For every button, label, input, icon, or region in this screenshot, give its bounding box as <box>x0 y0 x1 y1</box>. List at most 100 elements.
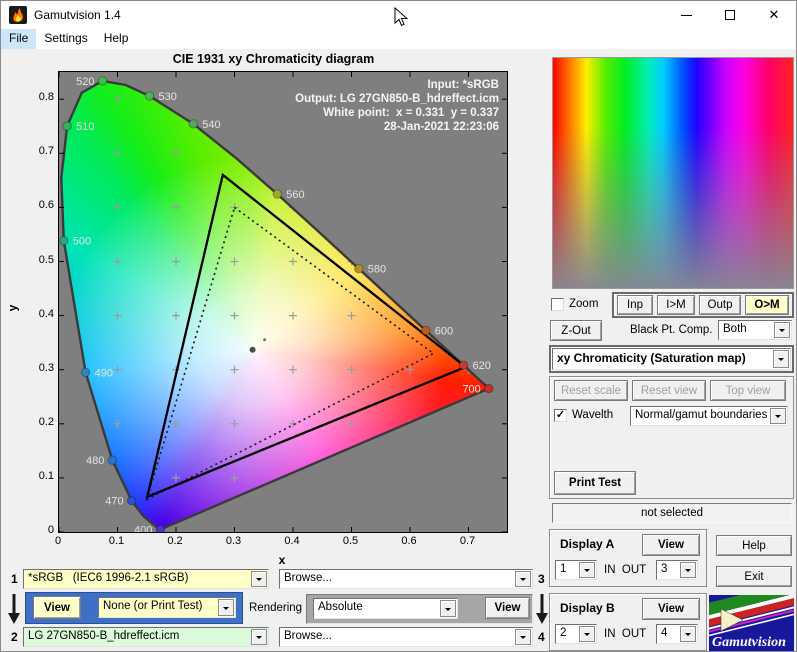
black-pt-comp-value: Both <box>723 323 747 335</box>
client-area: CIE 1931 xy Chromaticity diagram 400 470 4… <box>1 49 796 651</box>
wavelength-label-510: 510 <box>76 121 94 133</box>
dropdown-arrow-icon[interactable] <box>218 599 234 616</box>
slot3-number: 3 <box>538 572 545 586</box>
wavelength-dot-530 <box>144 91 155 101</box>
dropdown-arrow-icon[interactable] <box>251 629 267 645</box>
print-view-button[interactable]: View <box>33 596 81 619</box>
browse-3-value: Browse... <box>284 572 332 584</box>
wavelth-checkbox-label: Wavelth <box>572 409 614 421</box>
wavelength-label-480: 480 <box>86 455 104 467</box>
dropdown-arrow-icon[interactable] <box>579 626 595 642</box>
dropdown-arrow-icon[interactable] <box>774 322 790 338</box>
rendering-intent-select[interactable]: Absolute <box>313 598 458 619</box>
y-tick-0.6: 0.6 <box>38 199 54 212</box>
dropdown-arrow-icon[interactable] <box>251 571 267 587</box>
close-button[interactable]: ✕ <box>752 1 796 29</box>
menu-help[interactable]: Help <box>96 29 137 49</box>
top-view-button[interactable]: Top view <box>710 380 786 401</box>
input-gamut-triangle <box>145 206 435 502</box>
app-window: Gamutvision 1.4 ✕ File Settings Help CIE… <box>0 0 797 652</box>
y-tick-0.3: 0.3 <box>38 361 54 374</box>
display-b-out-value: 4 <box>661 627 668 639</box>
plot-info-line-2: White point: x = 0.331 y = 0.337 <box>323 107 499 119</box>
output-profile-select[interactable]: LG 27GN850-B_hdreffect.icm <box>23 627 269 647</box>
down-arrow-left-icon <box>8 594 20 624</box>
plot-info-line-3: 28-Jan-2021 22:23:06 <box>384 121 499 133</box>
boundaries-select[interactable]: Normal/gamut boundaries <box>630 406 788 426</box>
dropdown-arrow-icon[interactable] <box>579 562 595 578</box>
wavelength-dot-600 <box>421 325 431 336</box>
wavelength-label-530: 530 <box>159 91 177 103</box>
grid-plus-marks <box>113 95 473 482</box>
wavelength-label-470: 470 <box>105 496 123 508</box>
dropdown-arrow-icon[interactable] <box>515 571 531 587</box>
hue-saturation-preview <box>552 57 794 289</box>
wavelength-label-490: 490 <box>95 367 113 379</box>
plot-info-line-0: Input: *sRGB <box>427 79 499 91</box>
bottom-panel: 1 *sRGB (IEC6 1996-2.1 sRGB) Browse... 3… <box>1 565 548 651</box>
dropdown-arrow-icon[interactable] <box>773 350 789 368</box>
browse-4-value: Browse... <box>284 630 332 642</box>
x-tick-0.1: 0.1 <box>108 535 125 547</box>
wavelth-checkbox[interactable]: ✓ <box>554 409 567 422</box>
boundaries-value: Normal/gamut boundaries <box>635 409 768 421</box>
wavelength-dot-540 <box>188 119 199 129</box>
y-tick-0.1: 0.1 <box>38 469 54 482</box>
i-to-m-button[interactable]: I>M <box>657 295 695 315</box>
wavelength-dot-400 <box>155 524 166 532</box>
display-b-view-button[interactable]: View <box>642 598 700 620</box>
display-a-out-select[interactable]: 3 <box>656 560 698 580</box>
slot1-number: 1 <box>11 572 18 586</box>
down-arrow-right-icon <box>536 594 548 624</box>
outp-button[interactable]: Outp <box>699 295 741 315</box>
browse-4-select[interactable]: Browse... <box>279 627 533 647</box>
display-b-in-select[interactable]: 2 <box>555 624 597 644</box>
rendering-view-button[interactable]: View <box>485 597 530 619</box>
spectral-locus-outline <box>60 79 491 531</box>
maximize-icon <box>725 10 735 20</box>
input-profile-select[interactable]: *sRGB (IEC6 1996-2.1 sRGB) <box>23 569 269 589</box>
browse-3-select[interactable]: Browse... <box>279 569 533 589</box>
wavelength-dot-470 <box>126 496 137 506</box>
output-gamut-triangle <box>145 172 468 499</box>
menu-settings[interactable]: Settings <box>36 29 95 49</box>
wavelength-label-620: 620 <box>473 360 491 372</box>
dropdown-arrow-icon[interactable] <box>440 600 456 617</box>
z-out-button[interactable]: Z-Out <box>550 320 602 341</box>
wavelength-label-520: 520 <box>76 76 94 88</box>
dropdown-arrow-icon[interactable] <box>680 626 696 642</box>
print-test-button[interactable]: Print Test <box>554 471 636 495</box>
slot4-number: 4 <box>538 630 545 644</box>
display-b-in-value: 2 <box>560 627 567 639</box>
plot-box: 400 470 480 490 500 510 520 530 540 560 580 600 620 7… <box>58 71 508 533</box>
zoom-checkbox[interactable] <box>551 298 564 311</box>
wavelength-label-540: 540 <box>202 119 220 131</box>
display-b-out-select[interactable]: 4 <box>656 624 698 644</box>
dropdown-arrow-icon[interactable] <box>515 629 531 645</box>
black-pt-comp-select[interactable]: Both <box>718 320 792 340</box>
wavelength-dot-500 <box>59 236 69 246</box>
x-tick-0.7: 0.7 <box>459 535 476 547</box>
dropdown-arrow-icon[interactable] <box>770 408 786 424</box>
print-test-select[interactable]: None (or Print Test) <box>98 597 236 618</box>
o-to-m-button[interactable]: O>M <box>745 295 789 315</box>
dropdown-arrow-icon[interactable] <box>680 562 696 578</box>
view-mode-select[interactable]: xy Chromaticity (Saturation map) <box>552 348 791 370</box>
input-profile-value: *sRGB (IEC6 1996-2.1 sRGB) <box>28 572 189 584</box>
inp-button[interactable]: Inp <box>617 295 653 315</box>
help-button[interactable]: Help <box>716 535 792 556</box>
menu-file[interactable]: File <box>1 29 37 49</box>
window-title: Gamutvision 1.4 <box>34 8 121 22</box>
display-a-in-select[interactable]: 1 <box>555 560 597 580</box>
wavelength-dot-510 <box>62 121 72 131</box>
wavelength-dot-520 <box>97 76 108 86</box>
maximize-button[interactable] <box>708 1 752 29</box>
reset-view-button[interactable]: Reset view <box>632 380 706 401</box>
display-a-view-button[interactable]: View <box>642 534 700 556</box>
exit-button[interactable]: Exit <box>716 566 792 587</box>
wavelength-dot-560 <box>272 189 283 199</box>
reset-scale-button[interactable]: Reset scale <box>554 380 628 401</box>
zoom-checkbox-label: Zoom <box>569 298 599 310</box>
minimize-button[interactable] <box>664 1 708 29</box>
wavelength-dot-700 <box>484 383 494 394</box>
